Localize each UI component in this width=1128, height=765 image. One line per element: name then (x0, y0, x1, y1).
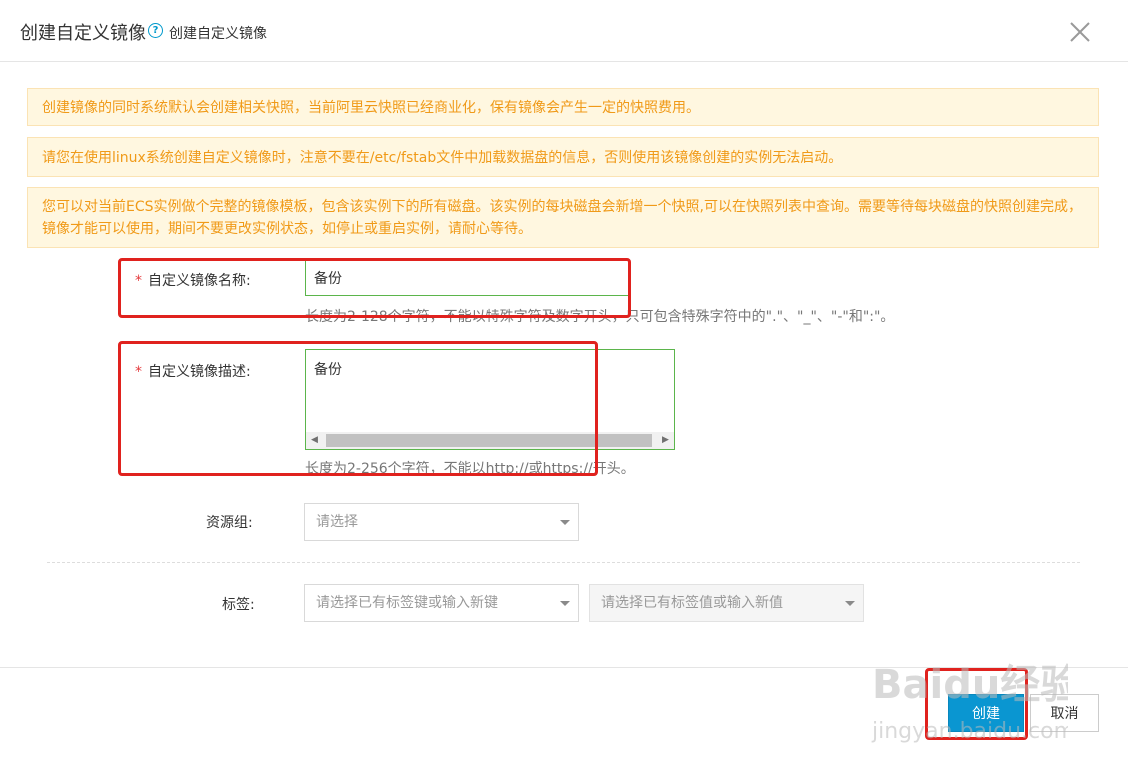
dialog-title: 创建自定义镜像 (20, 23, 146, 44)
image-description-box: 备份 ◀ ▶ (305, 349, 675, 450)
notice-full-image-template: 您可以对当前ECS实例做个完整的镜像模板，包含该实例下的所有磁盘。该实例的每块磁… (27, 187, 1099, 248)
chevron-down-icon (560, 520, 570, 525)
section-divider (47, 562, 1080, 563)
resource-group-select[interactable]: 请选择 (304, 503, 579, 541)
scroll-right-arrow-icon[interactable]: ▶ (657, 432, 674, 449)
create-custom-image-dialog: 创建自定义镜像 ? 创建自定义镜像 创建镜像的同时系统默认会创建相关快照，当前阿… (0, 0, 1128, 765)
image-description-textarea[interactable]: 备份 (306, 350, 674, 432)
image-name-hint: 长度为2-128个字符，不能以特殊字符及数字开头，只可包含特殊字符中的"."、"… (305, 309, 895, 325)
image-description-label: * 自定义镜像描述: (135, 364, 251, 380)
image-name-input[interactable] (305, 260, 629, 296)
tag-label: 标签: (222, 597, 255, 613)
help-link[interactable]: 创建自定义镜像 (169, 23, 267, 43)
close-icon[interactable] (1068, 20, 1092, 44)
scrollbar-thumb[interactable] (326, 434, 652, 447)
resource-group-label: 资源组: (206, 515, 253, 531)
image-name-label: * 自定义镜像名称: (135, 273, 251, 289)
chevron-down-icon (845, 601, 855, 606)
dialog-header: 创建自定义镜像 ? 创建自定义镜像 (0, 0, 1128, 62)
notice-snapshot-fee: 创建镜像的同时系统默认会创建相关快照，当前阿里云快照已经商业化，保有镜像会产生一… (27, 88, 1099, 126)
notice-linux-fstab: 请您在使用linux系统创建自定义镜像时，注意不要在/etc/fstab文件中加… (27, 137, 1099, 177)
tag-key-select[interactable]: 请选择已有标签键或输入新键 (304, 584, 579, 622)
required-mark: * (135, 364, 142, 380)
horizontal-scrollbar[interactable]: ◀ ▶ (306, 432, 674, 449)
create-button[interactable]: 创建 (948, 694, 1024, 732)
chevron-down-icon (560, 601, 570, 606)
help-icon[interactable]: ? (148, 23, 163, 38)
scroll-left-arrow-icon[interactable]: ◀ (306, 432, 323, 449)
cancel-button[interactable]: 取消 (1030, 694, 1099, 732)
tag-value-select: 请选择已有标签值或输入新值 (589, 584, 864, 622)
required-mark: * (135, 273, 142, 289)
image-description-hint: 长度为2-256个字符，不能以http://或https://开头。 (305, 461, 635, 477)
